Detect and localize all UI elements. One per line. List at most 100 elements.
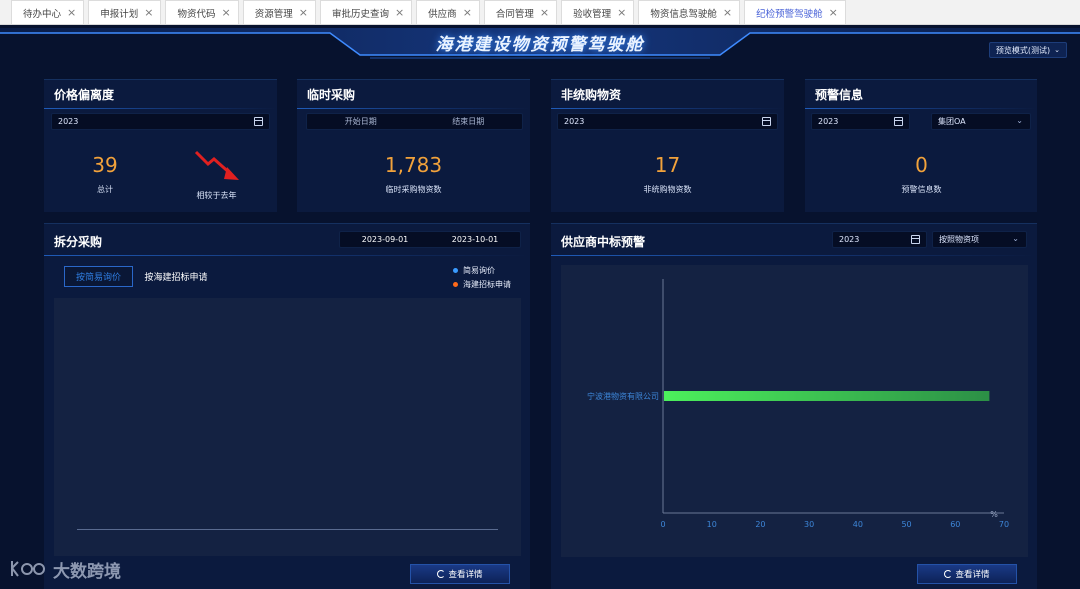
- divider: [551, 255, 1037, 256]
- year-value: 2023: [58, 117, 79, 126]
- divider: [805, 108, 1037, 109]
- split-purchase-chart-area: [54, 298, 521, 556]
- divider: [44, 255, 530, 256]
- calendar-icon: [911, 235, 920, 244]
- x-tick-label: 30: [804, 520, 814, 529]
- x-tick-label: 0: [660, 520, 665, 529]
- temp-purchase-label: 临时采购物资数: [385, 185, 442, 194]
- close-icon[interactable]: ×: [221, 7, 230, 18]
- total-value: 39: [92, 153, 118, 177]
- divider: [297, 108, 530, 109]
- close-icon[interactable]: ×: [395, 7, 404, 18]
- browser-tab[interactable]: 物资信息驾驶舱 ×: [638, 0, 741, 24]
- close-icon[interactable]: ×: [723, 7, 732, 18]
- x-tick-label: 20: [755, 520, 765, 529]
- close-icon[interactable]: ×: [463, 7, 472, 18]
- bar: [664, 391, 990, 401]
- preview-mode-button[interactable]: 预览模式(测试) ⌄: [988, 42, 1067, 58]
- total-label: 总计: [97, 185, 113, 194]
- browser-tab-label: 资源管理: [254, 8, 293, 20]
- group-by-value: 按照物资项: [939, 235, 979, 244]
- browser-tab[interactable]: 物资代码 ×: [165, 0, 239, 24]
- x-tick-label: 10: [707, 520, 717, 529]
- browser-tab-label: 合同管理: [495, 8, 534, 20]
- browser-tab-label: 物资信息驾驶舱: [650, 8, 717, 20]
- panel-title: 价格偏离度: [54, 88, 115, 102]
- panel-title: 供应商中标预警: [561, 235, 646, 249]
- end-date-placeholder[interactable]: 结束日期: [452, 116, 484, 127]
- source-select[interactable]: 集团OA ⌄: [931, 113, 1031, 130]
- tab-simple-inquiry[interactable]: 按简易询价: [64, 266, 133, 287]
- temp-purchase-panel: 临时采购 开始日期 结束日期 1,783 临时采购物资数: [297, 79, 530, 212]
- refresh-icon: [437, 570, 446, 578]
- view-details-label: 查看详情: [955, 570, 990, 580]
- price-deviation-panel: 价格偏离度 2023 39 总计 相较于去年: [44, 79, 277, 212]
- end-date-value[interactable]: 2023-10-01: [452, 235, 499, 244]
- browser-tab[interactable]: 审批历史查询 ×: [319, 0, 413, 24]
- chevron-down-icon: ⌄: [1012, 234, 1019, 243]
- group-by-select[interactable]: 按照物资项 ⌄: [932, 231, 1027, 248]
- tab-bid-application[interactable]: 按海建招标申请: [136, 266, 216, 287]
- calendar-icon: [894, 117, 903, 126]
- view-details-button[interactable]: 查看详情: [917, 564, 1017, 584]
- watermark-text: 大数跨境: [53, 561, 121, 582]
- view-details-label: 查看详情: [448, 570, 483, 580]
- trend-down-arrow-icon: [194, 150, 239, 180]
- date-range-picker[interactable]: 2023-09-01 2023-10-01: [339, 231, 521, 248]
- browser-tab-label: 物资代码: [177, 8, 216, 20]
- browser-tab-label: 审批历史查询: [331, 8, 389, 20]
- non-system-purchase-panel: 非统购物资 2023 17 非统购物资数: [551, 79, 784, 212]
- start-date-value[interactable]: 2023-09-01: [362, 235, 409, 244]
- legend-label: 简易询价: [463, 266, 495, 275]
- legend-item: 海建招标申请: [453, 279, 511, 290]
- year-picker[interactable]: 2023: [51, 113, 270, 130]
- close-icon[interactable]: ×: [144, 7, 153, 18]
- browser-tab[interactable]: 供应商 ×: [416, 0, 480, 24]
- browser-tab[interactable]: 待办中心 ×: [11, 0, 85, 24]
- year-picker[interactable]: 2023: [811, 113, 910, 130]
- refresh-icon: [944, 570, 953, 578]
- divider: [44, 108, 277, 109]
- warning-info-panel: 预警信息 2023 集团OA ⌄ 0 预警信息数: [805, 79, 1037, 212]
- x-tick-label: 40: [853, 520, 863, 529]
- browser-tab[interactable]: 合同管理 ×: [483, 0, 558, 24]
- browser-tab[interactable]: 验收管理 ×: [561, 0, 635, 24]
- browser-tab-label: 纪检预警驾驶舱: [756, 8, 823, 20]
- browser-tab[interactable]: 资源管理 ×: [242, 0, 316, 24]
- supplier-bid-chart-area: 0 10 20 30 40 50 60 70% 宁波港物资有限公司: [561, 265, 1028, 557]
- view-details-button[interactable]: 查看详情: [410, 564, 510, 584]
- warning-label: 预警信息数: [901, 185, 942, 194]
- panel-title: 拆分采购: [54, 235, 103, 249]
- chart-baseline: [77, 529, 498, 530]
- browser-tab[interactable]: 纪检预警驾驶舱 ×: [744, 0, 846, 24]
- chevron-down-icon: ⌄: [1054, 46, 1060, 54]
- legend-item: 简易询价: [453, 265, 495, 276]
- compare-label: 相较于去年: [196, 191, 237, 200]
- year-value: 2023: [839, 235, 860, 244]
- split-purchase-panel: 拆分采购 2023-09-01 2023-10-01 按简易询价 按海建招标申请…: [44, 223, 530, 589]
- browser-tab-label: 验收管理: [573, 8, 612, 20]
- source-value: 集团OA: [938, 117, 966, 126]
- year-value: 2023: [564, 117, 585, 126]
- browser-tab[interactable]: 申报计划 ×: [88, 0, 162, 24]
- watermark-logo-icon: [11, 561, 45, 577]
- watermark: 大数跨境: [9, 556, 121, 582]
- panel-title: 预警信息: [815, 88, 864, 102]
- close-icon[interactable]: ×: [829, 7, 838, 18]
- dashboard-header: 海港建设物资预警驾驶舱: [0, 25, 1080, 65]
- non-system-count: 17: [654, 153, 681, 177]
- divider: [551, 108, 784, 109]
- browser-tab-label: 供应商: [428, 8, 457, 20]
- year-picker[interactable]: 2023: [832, 231, 927, 248]
- start-date-placeholder[interactable]: 开始日期: [345, 116, 377, 127]
- supplier-bid-warning-panel: 供应商中标预警 2023 按照物资项 ⌄ 0 10 20 30 40 50 60 70% 宁波港…: [551, 223, 1037, 589]
- chevron-down-icon: ⌄: [1016, 116, 1023, 125]
- page-title: 海港建设物资预警驾驶舱: [435, 35, 645, 55]
- year-picker[interactable]: 2023: [557, 113, 778, 130]
- x-tick-label: 50: [901, 520, 911, 529]
- close-icon[interactable]: ×: [299, 7, 308, 18]
- close-icon[interactable]: ×: [540, 7, 549, 18]
- date-range-picker[interactable]: 开始日期 结束日期: [306, 113, 523, 130]
- close-icon[interactable]: ×: [67, 7, 76, 18]
- close-icon[interactable]: ×: [617, 7, 626, 18]
